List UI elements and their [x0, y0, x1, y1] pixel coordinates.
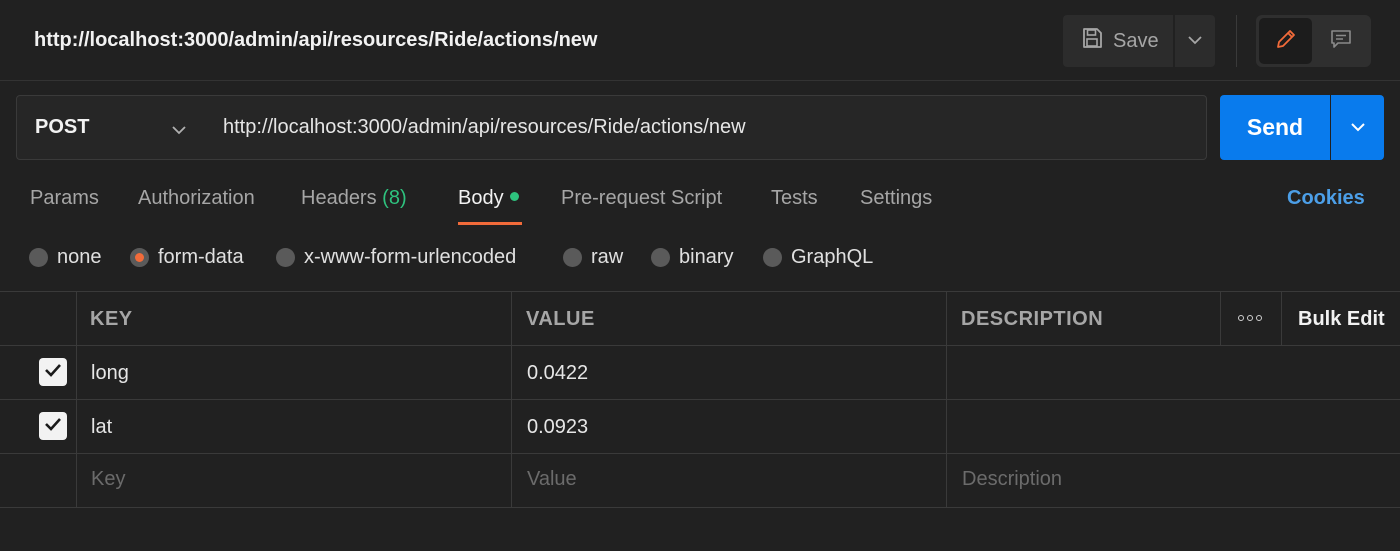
save-button[interactable]: Save — [1063, 15, 1173, 67]
checkmark-icon — [44, 417, 62, 436]
column-header-key: KEY — [90, 308, 133, 330]
http-method-select[interactable]: POST — [16, 95, 206, 160]
radio-none[interactable]: none — [29, 246, 102, 269]
key-input[interactable]: Key — [91, 468, 125, 491]
value-input[interactable]: Value — [527, 468, 577, 491]
checkmark-icon — [44, 363, 62, 382]
radio-raw[interactable]: raw — [563, 246, 623, 269]
radio-x-www-form-urlencoded[interactable]: x-www-form-urlencoded — [276, 246, 516, 269]
radio-circle — [29, 248, 48, 267]
radio-circle — [651, 248, 670, 267]
save-icon — [1081, 27, 1103, 55]
tab-tests[interactable]: Tests — [771, 187, 818, 210]
column-header-description: DESCRIPTION — [961, 308, 1104, 330]
tab-headers[interactable]: Headers (8) — [301, 187, 407, 210]
chevron-down-icon — [1187, 32, 1203, 50]
edit-mode-button[interactable] — [1259, 18, 1312, 64]
request-title[interactable]: http://localhost:3000/admin/api/resource… — [34, 29, 597, 52]
tab-body[interactable]: Body — [458, 187, 519, 210]
value-cell[interactable]: 0.0422 — [527, 362, 588, 385]
radio-binary[interactable]: binary — [651, 246, 733, 269]
url-input[interactable]: http://localhost:3000/admin/api/resource… — [205, 95, 1207, 160]
key-cell[interactable]: long — [91, 362, 129, 385]
active-tab-underline — [458, 222, 522, 225]
row-checkbox-lat[interactable] — [39, 412, 67, 440]
tab-pre-request-script[interactable]: Pre-request Script — [561, 187, 722, 210]
bulk-edit-button[interactable]: Bulk Edit — [1298, 308, 1385, 331]
send-button[interactable]: Send — [1220, 95, 1330, 160]
comments-mode-button[interactable] — [1314, 18, 1368, 64]
radio-circle — [563, 248, 582, 267]
tab-settings[interactable]: Settings — [860, 187, 932, 210]
row-checkbox-long[interactable] — [39, 358, 67, 386]
request-tabs: Params Authorization Headers (8) Body Pr… — [0, 180, 1400, 230]
cookies-link[interactable]: Cookies — [1287, 187, 1365, 210]
key-cell[interactable]: lat — [91, 416, 112, 439]
column-header-value: VALUE — [526, 308, 595, 330]
chevron-down-icon — [171, 118, 187, 141]
save-label: Save — [1113, 29, 1159, 52]
chevron-down-icon — [1350, 119, 1366, 137]
send-options-dropdown[interactable] — [1331, 95, 1384, 160]
http-method-value: POST — [35, 116, 90, 138]
radio-circle — [276, 248, 295, 267]
value-cell[interactable]: 0.0923 — [527, 416, 588, 439]
toolbar-divider — [1236, 15, 1237, 67]
tab-authorization[interactable]: Authorization — [138, 187, 255, 210]
request-header-bar: http://localhost:3000/admin/api/resource… — [0, 0, 1400, 81]
more-horizontal-icon[interactable] — [1238, 315, 1262, 321]
radio-form-data[interactable]: form-data — [130, 246, 244, 269]
save-options-dropdown[interactable] — [1175, 15, 1215, 67]
comment-icon — [1329, 27, 1353, 56]
radio-graphql[interactable]: GraphQL — [763, 246, 873, 269]
view-mode-toggle — [1256, 15, 1371, 67]
body-modified-indicator — [509, 192, 519, 201]
radio-circle — [763, 248, 782, 267]
headers-count: (8) — [382, 187, 407, 209]
body-type-selector: none form-data x-www-form-urlencoded raw… — [0, 240, 1400, 280]
tab-params[interactable]: Params — [30, 187, 99, 210]
radio-circle-selected — [130, 248, 149, 267]
pencil-icon — [1274, 27, 1298, 56]
description-input[interactable]: Description — [962, 468, 1062, 491]
